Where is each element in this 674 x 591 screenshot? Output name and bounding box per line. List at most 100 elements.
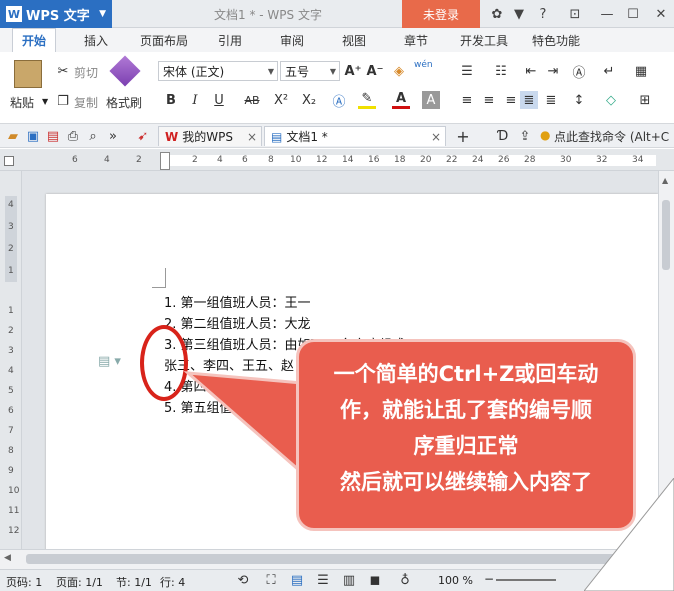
distribute-icon[interactable]: ≣ bbox=[542, 91, 560, 109]
text-effect-icon[interactable]: Ⓐ bbox=[330, 91, 348, 110]
vertical-scroll-thumb[interactable] bbox=[662, 200, 670, 270]
shading-icon[interactable]: ◇ bbox=[602, 91, 620, 109]
align-left-icon[interactable]: ≡ bbox=[458, 91, 476, 109]
zoom-out-button[interactable]: − bbox=[484, 572, 494, 586]
align-right-icon[interactable]: ≡ bbox=[502, 91, 520, 109]
tab-home[interactable]: 开始 bbox=[12, 28, 56, 52]
font-family-select[interactable]: 宋体 (正文) ▼ bbox=[158, 61, 278, 81]
tab-document-label: 文档1 * bbox=[286, 130, 328, 144]
tab-my-wps[interactable]: W 我的WPS × bbox=[158, 126, 262, 146]
text-direction-icon[interactable]: Ⓐ bbox=[570, 62, 588, 81]
print-icon[interactable]: ⎙ bbox=[64, 127, 82, 145]
format-painter-button[interactable]: 格式刷 bbox=[106, 94, 142, 111]
tab-insert[interactable]: 插入 bbox=[76, 28, 116, 52]
app-menu-button[interactable]: W WPS 文字 ▼ bbox=[0, 0, 112, 28]
font-color-button[interactable]: A bbox=[392, 91, 410, 109]
d-icon[interactable]: Ɗ bbox=[494, 127, 512, 145]
cut-button[interactable]: 剪切 bbox=[74, 64, 98, 81]
doc-line[interactable]: 2. 第二组值班人员：大龙 bbox=[164, 313, 311, 332]
share-icon[interactable]: ⇪ bbox=[516, 127, 534, 145]
border-icon[interactable]: ⊞ bbox=[636, 91, 654, 109]
print-preview-icon[interactable]: ⌕ bbox=[84, 127, 102, 145]
highlight-icon[interactable]: ✎ bbox=[358, 91, 376, 109]
outline-view-icon[interactable]: ☰ bbox=[314, 571, 332, 589]
minimize-icon[interactable]: — bbox=[598, 5, 616, 23]
subscript-button[interactable]: X₂ bbox=[298, 91, 320, 109]
copy-icon[interactable]: ❐ bbox=[54, 92, 72, 110]
help-button[interactable]: ? bbox=[532, 5, 554, 23]
page-view-icon[interactable]: ▤ bbox=[288, 571, 306, 589]
scroll-up-icon[interactable]: ▲ bbox=[662, 176, 668, 185]
status-page[interactable]: 页码: 1 bbox=[6, 574, 42, 590]
scroll-left-icon[interactable]: ◀ bbox=[4, 553, 11, 563]
doc-line[interactable]: 1. 第一组值班人员：王一 bbox=[164, 292, 311, 311]
tab-view[interactable]: 视图 bbox=[334, 28, 374, 52]
command-search[interactable]: 点此查找命令 (Alt+C bbox=[554, 128, 669, 145]
clear-format-icon[interactable]: ◈ bbox=[390, 62, 408, 80]
maximize-icon[interactable]: ☐ bbox=[624, 5, 642, 23]
restore-ribbon-icon[interactable]: ⊡ bbox=[566, 5, 584, 23]
zoom-slider[interactable] bbox=[496, 579, 556, 581]
close-icon[interactable]: × bbox=[431, 130, 441, 144]
underline-button[interactable]: U bbox=[210, 91, 228, 109]
chevron-down-icon: ▼ bbox=[329, 66, 336, 76]
web-view-icon[interactable]: ▥ bbox=[340, 571, 358, 589]
save-icon[interactable]: ▣ bbox=[24, 127, 42, 145]
grow-font-button[interactable]: A⁺ bbox=[344, 62, 362, 80]
track-changes-icon[interactable]: ⟲ bbox=[234, 571, 252, 589]
tab-stop-selector[interactable] bbox=[4, 156, 14, 166]
italic-button[interactable]: I bbox=[186, 91, 204, 109]
open-folder-icon[interactable]: ▰ bbox=[4, 127, 22, 145]
login-button[interactable]: 未登录 bbox=[402, 0, 480, 28]
tab-document[interactable]: ▤ 文档1 * × bbox=[264, 126, 446, 146]
skin-icon[interactable]: ✿ bbox=[488, 5, 506, 23]
paste-button[interactable]: 粘贴 bbox=[10, 94, 34, 111]
bullet-list-icon[interactable]: ☰ bbox=[458, 62, 476, 80]
font-family-value: 宋体 (正文) bbox=[163, 64, 225, 79]
ruler-number: 14 bbox=[342, 155, 354, 165]
ruler-number: 2 bbox=[8, 326, 14, 336]
char-shading-icon[interactable]: A bbox=[422, 91, 440, 109]
strikethrough-button[interactable]: AB bbox=[240, 91, 264, 109]
align-center-icon[interactable]: ≡ bbox=[480, 91, 498, 109]
paragraph-mark-icon[interactable]: ↵ bbox=[600, 62, 618, 80]
pinyin-guide-button[interactable]: wén bbox=[414, 60, 433, 70]
table-icon[interactable]: ▦ bbox=[632, 62, 650, 80]
scissors-icon[interactable]: ✂ bbox=[54, 62, 72, 80]
close-icon[interactable]: ✕ bbox=[652, 5, 670, 23]
shrink-font-button[interactable]: A⁻ bbox=[366, 62, 384, 80]
shirt-icon[interactable]: ▼ bbox=[510, 5, 528, 23]
tab-section[interactable]: 章节 bbox=[396, 28, 436, 52]
paste-icon[interactable] bbox=[14, 60, 42, 88]
justify-icon[interactable]: ≣ bbox=[520, 91, 538, 109]
fullscreen-icon[interactable]: ⛶ bbox=[262, 571, 280, 589]
chevron-down-icon[interactable]: ▼ bbox=[42, 97, 48, 106]
superscript-button[interactable]: X² bbox=[270, 91, 292, 109]
ruler-number: 24 bbox=[472, 155, 484, 165]
copy-button[interactable]: 复制 bbox=[74, 94, 98, 111]
numbered-list-icon[interactable]: ☷ bbox=[492, 62, 510, 80]
tab-developer[interactable]: 开发工具 bbox=[454, 28, 514, 52]
increase-indent-icon[interactable]: ⇥ bbox=[544, 62, 562, 80]
eye-protect-icon[interactable]: ♁ bbox=[396, 571, 414, 589]
tab-special[interactable]: 特色功能 bbox=[526, 28, 586, 52]
pdf-icon[interactable]: ▤ bbox=[44, 127, 62, 145]
pin-icon[interactable]: ➹ bbox=[134, 127, 152, 145]
ruler-number: 8 bbox=[268, 155, 274, 165]
wps-logo-icon: W bbox=[6, 6, 22, 22]
indent-marker[interactable] bbox=[160, 152, 170, 170]
more-icon[interactable]: » bbox=[104, 127, 122, 145]
tab-references[interactable]: 引用 bbox=[210, 28, 250, 52]
font-size-select[interactable]: 五号 ▼ bbox=[280, 61, 340, 81]
decrease-indent-icon[interactable]: ⇤ bbox=[522, 62, 540, 80]
zoom-level[interactable]: 100 % bbox=[438, 574, 473, 587]
tab-page-layout[interactable]: 页面布局 bbox=[134, 28, 194, 52]
bold-button[interactable]: B bbox=[162, 91, 180, 109]
new-tab-button[interactable]: + bbox=[454, 127, 472, 146]
horizontal-scroll-thumb[interactable] bbox=[26, 554, 646, 564]
line-spacing-icon[interactable]: ↕ bbox=[570, 91, 588, 109]
close-icon[interactable]: × bbox=[247, 130, 257, 144]
paragraph-layout-icon[interactable]: ▤ ▾ bbox=[98, 354, 121, 369]
tab-review[interactable]: 审阅 bbox=[272, 28, 312, 52]
reading-view-icon[interactable]: ◼ bbox=[366, 571, 384, 589]
